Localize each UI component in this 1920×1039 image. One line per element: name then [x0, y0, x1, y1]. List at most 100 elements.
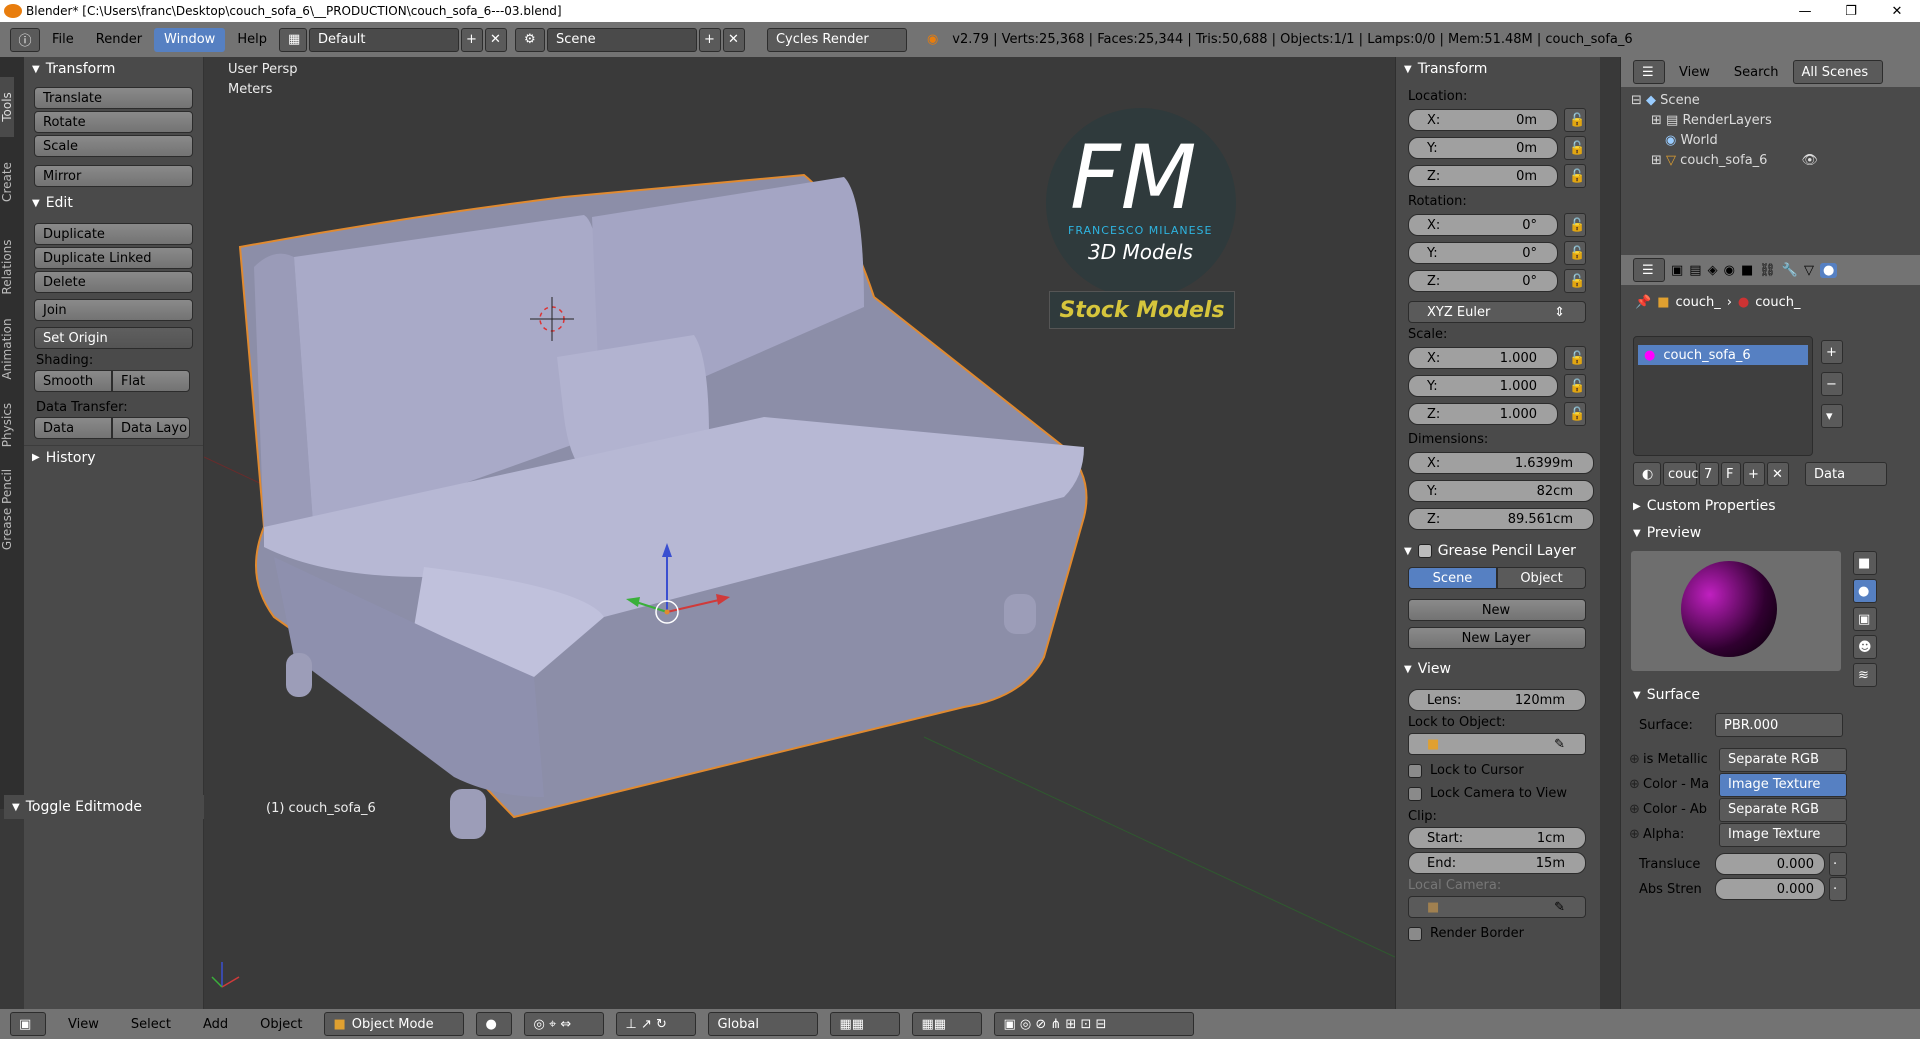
bottom-view-menu[interactable]: View — [58, 1012, 109, 1036]
remove-scene-icon[interactable]: ✕ — [722, 27, 745, 52]
location-field-0[interactable]: X: 0m — [1408, 109, 1558, 131]
bottom-add-menu[interactable]: Add — [193, 1012, 238, 1036]
surface-shader-select[interactable]: PBR.000 — [1715, 713, 1843, 737]
surface-input-select[interactable]: Separate RGB — [1719, 797, 1847, 822]
expand-input-icon[interactable]: ⊕ — [1629, 827, 1643, 842]
edit-header[interactable]: ▼ Edit — [24, 191, 203, 215]
custom-properties-header[interactable]: ▶ Custom Properties — [1625, 494, 1915, 518]
gp-object-button[interactable]: Object — [1497, 567, 1586, 589]
bottom-select-menu[interactable]: Select — [121, 1012, 181, 1036]
rotation-field-0[interactable]: X: 0° — [1408, 214, 1558, 236]
rotate-button[interactable]: Rotate — [34, 111, 193, 133]
remove-layout-icon[interactable]: ✕ — [484, 27, 507, 52]
lock-icon[interactable]: 🔓 — [1564, 136, 1586, 160]
preview-header[interactable]: ▼ Preview — [1625, 521, 1915, 545]
sofa-model[interactable] — [238, 173, 1088, 839]
object-tab-icon[interactable]: ■ — [1741, 263, 1753, 278]
layers-grid-1[interactable]: ▦▦ — [830, 1012, 901, 1036]
scale-field-2[interactable]: Z: 1.000 — [1408, 403, 1558, 425]
menu-help[interactable]: Help — [227, 28, 277, 52]
menu-file[interactable]: File — [42, 28, 84, 52]
material-browse-icon[interactable]: ◐ — [1633, 462, 1661, 486]
outliner-search-menu[interactable]: Search — [1724, 60, 1789, 84]
mode-select[interactable]: ■ Object Mode — [324, 1012, 465, 1036]
tab-relations[interactable]: Relations — [0, 232, 14, 302]
material-slot-item[interactable]: ● couch_sofa_6 — [1638, 345, 1808, 365]
surface-input-select[interactable]: Image Texture — [1719, 772, 1847, 797]
clip-start-field[interactable]: Start: 1cm — [1408, 827, 1586, 849]
viewport-editor-icon[interactable]: ▣ — [10, 1012, 46, 1036]
render-tab-icon[interactable]: ▣ — [1671, 263, 1683, 278]
scene-icon[interactable]: ⚙ — [514, 27, 545, 52]
transform-header[interactable]: ▼ Transform — [24, 57, 203, 81]
set-origin-select[interactable]: Set Origin — [34, 327, 193, 349]
maximize-icon[interactable]: ❐ — [1828, 0, 1874, 22]
abs-strength-socket-icon[interactable]: · — [1829, 877, 1847, 901]
scene-tab-icon[interactable]: ◈ — [1708, 263, 1718, 278]
translucent-socket-icon[interactable]: · — [1829, 852, 1847, 876]
smooth-button[interactable]: Smooth — [34, 370, 112, 392]
duplicate-linked-button[interactable]: Duplicate Linked — [34, 247, 193, 269]
expand-input-icon[interactable]: ⊕ — [1629, 777, 1643, 792]
modifiers-tab-icon[interactable]: 🔧 — [1782, 263, 1798, 278]
surface-header[interactable]: ▼ Surface — [1625, 683, 1915, 707]
dimension-field-1[interactable]: Y: 82cm — [1408, 480, 1594, 502]
translate-button[interactable]: Translate — [34, 87, 193, 109]
data-tab-icon[interactable]: ▽ — [1804, 263, 1814, 278]
tab-create[interactable]: Create — [0, 152, 14, 212]
add-layout-icon[interactable]: + — [460, 27, 483, 52]
lock-camera-checkbox[interactable]: Lock Camera to View — [1408, 786, 1588, 801]
expand-input-icon[interactable]: ⊕ — [1629, 802, 1643, 817]
scale-button[interactable]: Scale — [34, 135, 193, 157]
lock-icon[interactable]: 🔓 — [1564, 269, 1586, 293]
tab-animation[interactable]: Animation — [0, 309, 14, 389]
data-transfer-button[interactable]: Data — [34, 417, 112, 439]
expand-input-icon[interactable]: ⊕ — [1629, 752, 1643, 767]
new-material-icon[interactable]: + — [1743, 462, 1765, 486]
lock-icon[interactable]: 🔓 — [1564, 108, 1586, 132]
lock-icon[interactable]: 🔓 — [1564, 164, 1586, 188]
outliner-display-select[interactable]: All Scenes — [1792, 60, 1883, 84]
close-icon[interactable]: ✕ — [1874, 0, 1920, 22]
unlink-material-icon[interactable]: ✕ — [1767, 462, 1789, 486]
add-slot-icon[interactable]: + — [1821, 340, 1843, 364]
preview-plane-icon[interactable]: ■ — [1853, 551, 1877, 575]
data-layout-button[interactable]: Data Layo — [112, 417, 190, 439]
tab-physics[interactable]: Physics — [0, 395, 14, 455]
lock-icon[interactable]: 🔓 — [1564, 213, 1586, 237]
info-editor-icon[interactable]: ⓘ — [10, 27, 40, 52]
preview-monkey-icon[interactable]: ☻ — [1853, 635, 1877, 659]
pin-icon[interactable]: 📌 — [1635, 295, 1651, 310]
remove-slot-icon[interactable]: − — [1821, 372, 1843, 396]
clip-end-field[interactable]: End: 15m — [1408, 852, 1586, 874]
scene-field[interactable]: Scene — [546, 27, 697, 52]
history-header[interactable]: ▶ History — [24, 445, 203, 469]
outliner-object-item[interactable]: ⊞ ▽ couch_sofa_6 👁 — [1651, 153, 1910, 173]
gp-new-button[interactable]: New — [1408, 599, 1586, 621]
rotation-field-1[interactable]: Y: 0° — [1408, 242, 1558, 264]
fake-user-button[interactable]: F — [1721, 462, 1741, 486]
bottom-object-menu[interactable]: Object — [250, 1012, 312, 1036]
material-users-count[interactable]: 7 — [1699, 462, 1719, 486]
link-select[interactable]: Data — [1805, 462, 1887, 486]
grease-pencil-layers-header[interactable]: ▼ Grease Pencil Layer — [1396, 539, 1600, 563]
flat-button[interactable]: Flat — [112, 370, 190, 392]
scale-field-0[interactable]: X: 1.000 — [1408, 347, 1558, 369]
renderlayers-tab-icon[interactable]: ▤ — [1689, 263, 1701, 278]
gp-scene-button[interactable]: Scene — [1408, 567, 1497, 589]
world-tab-icon[interactable]: ◉ — [1724, 263, 1735, 278]
lock-icon[interactable]: 🔓 — [1564, 402, 1586, 426]
mirror-button[interactable]: Mirror — [34, 165, 193, 187]
tab-tools[interactable]: Tools — [0, 77, 14, 137]
view-header[interactable]: ▼ View — [1396, 657, 1600, 681]
3d-viewport[interactable]: User Persp Meters (1) couch_sofa_6 FM FR… — [204, 57, 1395, 1009]
delete-button[interactable]: Delete — [34, 271, 193, 293]
menu-window[interactable]: Window — [154, 27, 226, 52]
pivot-snap-icons[interactable]: ◎ ⌖ ⇔ — [524, 1012, 605, 1036]
lock-icon[interactable]: 🔓 — [1564, 346, 1586, 370]
snapping-render-icons[interactable]: ▣ ◎ ⊘ ⋔ ⊞ ⊡ ⊟ — [994, 1012, 1195, 1036]
outliner-scene-item[interactable]: ⊟ ◆ Scene — [1631, 93, 1910, 113]
menu-render[interactable]: Render — [86, 28, 152, 52]
abs-strength-field[interactable]: 0.000 — [1715, 878, 1825, 900]
scale-field-1[interactable]: Y: 1.000 — [1408, 375, 1558, 397]
